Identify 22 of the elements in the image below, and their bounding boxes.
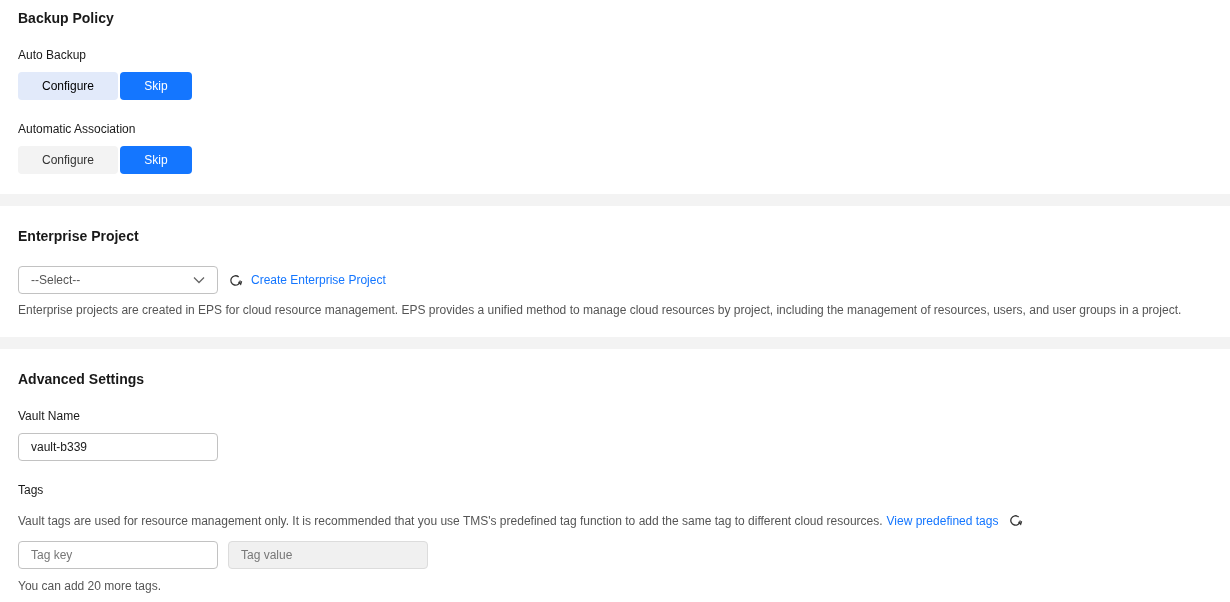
refresh-icon[interactable]	[1008, 513, 1024, 528]
option-button[interactable]: Configure	[18, 146, 118, 174]
description-text: Enterprise projects are created in EPS for cloud resource management. EPS provides a unified method to manage cloud resources by project, including the management of resources, users, and user groups in a project.	[18, 303, 1183, 317]
field-label: Auto Backup	[18, 48, 88, 62]
predefined-tags-link[interactable]: View predefined tags	[886, 513, 999, 528]
description-text: Vault tags are used for resource management only. It is recommended that you use TMS's predefined tag function to add the same tag to different cloud resources.	[18, 513, 883, 528]
field-label: Automatic Association	[18, 122, 137, 136]
tag-key-field[interactable]: Tag key	[18, 541, 218, 569]
option-button[interactable]: Skip	[120, 146, 192, 174]
field-label: Vault Name	[18, 409, 81, 423]
vault-name-field[interactable]: vault-b339	[18, 433, 218, 461]
create-link[interactable]: Create Enterprise Project	[251, 273, 386, 287]
hint-text: You can add 20 more tags.	[18, 579, 162, 593]
refresh-icon[interactable]	[228, 272, 243, 288]
section-title: Enterprise Project	[18, 228, 140, 245]
section-title: Advanced Settings	[18, 371, 146, 388]
option-button[interactable]: Skip	[120, 72, 192, 100]
option-button[interactable]: Configure	[18, 72, 118, 100]
field-label: Tags	[18, 483, 45, 497]
select-dropdown[interactable]: --Select--	[18, 266, 218, 294]
section-title: Backup Policy	[18, 10, 115, 27]
chevron-down-icon	[193, 276, 205, 284]
